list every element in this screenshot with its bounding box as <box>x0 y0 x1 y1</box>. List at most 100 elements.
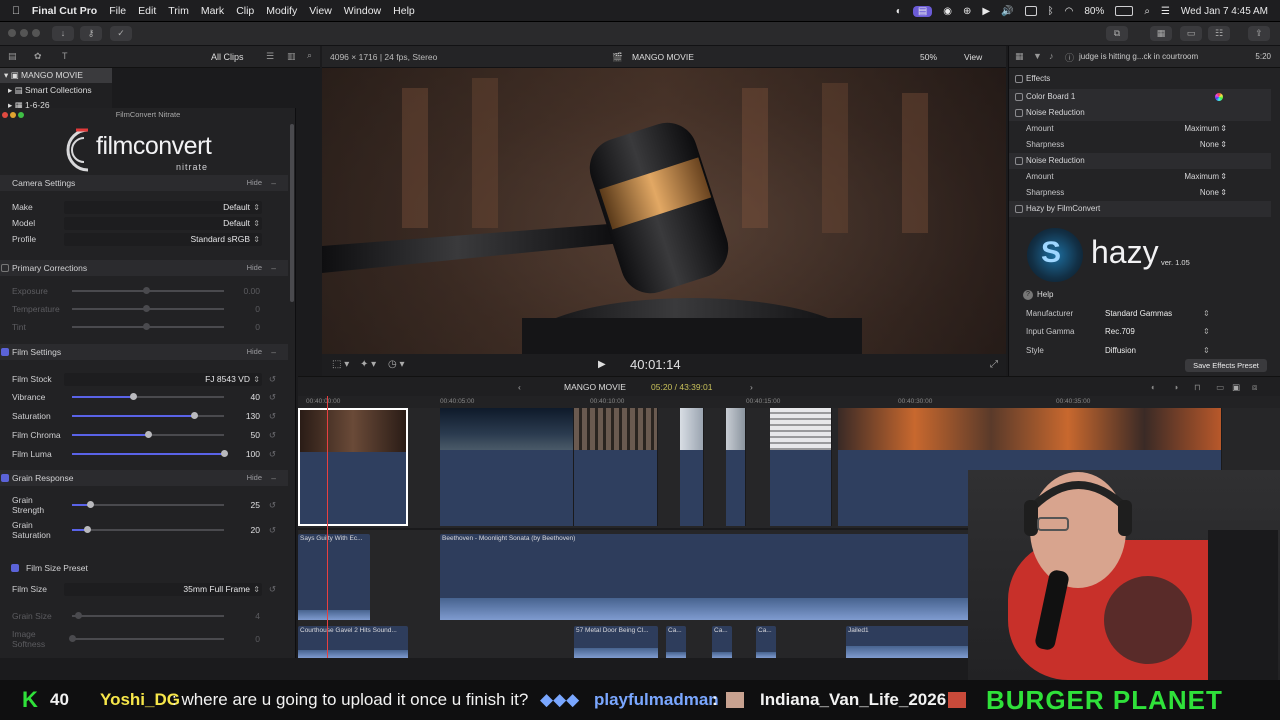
titles-icon[interactable]: T <box>62 51 68 61</box>
effects-browser-icon[interactable]: ⧈ <box>1252 377 1257 397</box>
video-clip-lineup[interactable] <box>770 408 832 526</box>
audio-clip-ca-2[interactable]: Ca... <box>712 626 732 658</box>
primary-corrections-header[interactable]: Primary Corrections Hide – <box>0 260 288 276</box>
audio-clip-jailed[interactable]: Jailed1 <box>846 626 986 658</box>
camera-hide-button[interactable]: Hide <box>247 175 262 191</box>
effect-header[interactable]: Hazy by FilmConvert <box>1009 201 1271 217</box>
enhance-icon[interactable]: ✦ ▾ <box>360 354 376 376</box>
slider-value[interactable]: 20 <box>230 522 260 538</box>
solo-icon[interactable]: ◗ <box>1174 377 1179 397</box>
video-inspector-icon[interactable]: ▦ <box>1015 51 1024 62</box>
slider-knob[interactable] <box>129 393 137 400</box>
color-inspector-icon[interactable]: ▼ <box>1033 51 1042 61</box>
timecode-display[interactable]: 40:01:14 <box>630 354 681 376</box>
video-clip-man-2[interactable] <box>726 408 746 526</box>
timeline-project-name[interactable]: MANGO MOVIE <box>564 377 626 397</box>
film-size-preset-checkbox[interactable] <box>11 564 19 572</box>
control-icon[interactable]: ◉ <box>943 6 952 17</box>
layout-icon[interactable]: ⧉ <box>1106 26 1128 41</box>
stepper-icon[interactable]: ⇕ <box>1220 169 1227 185</box>
audio-inspector-icon[interactable]: ♪ <box>1049 51 1054 61</box>
view-menu[interactable]: View <box>964 46 982 68</box>
effects-checkbox[interactable] <box>1015 75 1023 83</box>
close-icon[interactable] <box>2 112 8 118</box>
slider-knob[interactable] <box>75 612 83 619</box>
video-clip-cell-door[interactable] <box>574 408 658 526</box>
video-clip-gavel[interactable] <box>298 408 408 526</box>
effect-header[interactable]: Noise Reduction <box>1009 105 1271 121</box>
camera-settings-header[interactable]: Camera Settings Hide – <box>0 175 288 191</box>
play-icon[interactable]: ▶ <box>982 6 990 17</box>
slider-knob[interactable] <box>190 412 198 419</box>
menu-help[interactable]: Help <box>393 5 415 17</box>
menu-clip[interactable]: Clip <box>236 5 254 17</box>
save-effects-preset-button[interactable]: Save Effects Preset <box>1185 359 1267 372</box>
snapping-icon[interactable]: ⊓ <box>1194 377 1201 397</box>
help-icon[interactable]: ? <box>1023 290 1033 300</box>
panel-scrollbar[interactable] <box>290 124 294 302</box>
effect-checkbox[interactable] <box>1015 109 1023 117</box>
slider-value[interactable]: 0 <box>230 319 260 335</box>
back-arrow-icon[interactable]: ‹ <box>518 377 521 397</box>
reset-icon[interactable]: ↺ <box>269 389 276 405</box>
reset-icon[interactable]: ↺ <box>269 497 276 513</box>
effect-header[interactable]: Color Board 1 <box>1009 89 1271 105</box>
model-select[interactable]: Default <box>64 217 262 230</box>
transform-icon[interactable]: ⬚ ▾ <box>332 354 349 376</box>
slider-track[interactable] <box>72 412 224 419</box>
hazy-help-row[interactable]: ? Help <box>1009 287 1271 303</box>
play-button[interactable]: ▶ <box>598 354 606 376</box>
reset-icon[interactable]: ↺ <box>269 446 276 462</box>
info-inspector-icon[interactable]: ⓘ <box>1065 51 1074 64</box>
effect-param-row[interactable]: Amount Maximum ⇕ <box>1009 121 1271 137</box>
keywords-icon[interactable]: ⚷ <box>80 26 102 41</box>
primary-corrections-checkbox[interactable] <box>1 264 9 272</box>
bluetooth-icon[interactable]: ᛒ <box>1048 6 1054 17</box>
wifi-icon[interactable]: ◠ <box>1065 6 1074 17</box>
effect-value-select[interactable]: Maximum <box>1184 169 1219 185</box>
slider-value[interactable]: 0 <box>230 631 260 647</box>
menu-window[interactable]: Window <box>344 5 381 17</box>
stepper-icon[interactable]: ⇕ <box>1220 121 1227 137</box>
slider-knob[interactable] <box>143 305 151 312</box>
stage-manager-icon[interactable]: ▤ <box>912 5 933 17</box>
menu-app-name[interactable]: Final Cut Pro <box>32 5 97 17</box>
menu-view[interactable]: View <box>309 5 332 17</box>
film-size-preset-header[interactable]: Film Size Preset <box>0 560 288 576</box>
clock[interactable]: Wed Jan 7 4:45 AM <box>1181 6 1268 17</box>
library-item-mango-movie[interactable]: ▾ ▣ MANGO MOVIE <box>0 68 112 83</box>
primary-hide-button[interactable]: Hide <box>247 260 262 276</box>
menu-modify[interactable]: Modify <box>266 5 297 17</box>
menu-file[interactable]: File <box>109 5 126 17</box>
forward-arrow-icon[interactable]: › <box>750 377 753 397</box>
slider-track[interactable] <box>72 393 224 400</box>
slider-knob[interactable] <box>221 450 228 457</box>
apple-icon[interactable]:  <box>12 5 20 17</box>
make-select[interactable]: Default <box>64 201 262 214</box>
audio-clip-ca-3[interactable]: Ca... <box>756 626 776 658</box>
slider-knob[interactable] <box>143 323 151 330</box>
film-hide-button[interactable]: Hide <box>247 344 262 360</box>
stepper-icon[interactable]: ⇕ <box>1220 185 1227 201</box>
library-item-smart-collections[interactable]: ▸ ▤ Smart Collections <box>0 83 112 98</box>
reset-icon[interactable]: ↺ <box>269 522 276 538</box>
grain-response-header[interactable]: Grain Response Hide – <box>0 470 288 486</box>
film-stock-select[interactable]: FJ 8543 VD <box>64 373 262 386</box>
effect-value-select[interactable]: None <box>1200 185 1219 201</box>
slider-value[interactable]: 25 <box>230 497 260 513</box>
slider-track[interactable] <box>72 501 224 508</box>
background-tasks-icon[interactable]: ✓ <box>110 26 132 41</box>
slider-knob[interactable] <box>143 287 151 294</box>
reset-icon[interactable]: ↺ <box>269 427 276 443</box>
effect-checkbox[interactable] <box>1015 205 1023 213</box>
slider-track[interactable] <box>72 323 224 330</box>
screen-record-icon[interactable]: ◐ <box>896 6 902 17</box>
reset-icon[interactable]: ↺ <box>269 581 276 597</box>
browser-toggle-icon[interactable]: ▦ <box>1150 26 1172 41</box>
minimize-icon[interactable] <box>10 112 16 118</box>
video-viewer[interactable] <box>322 68 1006 354</box>
timeline-ruler[interactable]: 00:40:00:00 00:40:05:00 00:40:10:00 00:4… <box>298 396 1280 408</box>
playhead[interactable] <box>327 396 328 658</box>
audio-clip-gavel-hits[interactable]: Courthouse Gavel 2 Hits Sound... <box>298 626 408 658</box>
stepper-icon[interactable]: ⇕ <box>1220 137 1227 153</box>
